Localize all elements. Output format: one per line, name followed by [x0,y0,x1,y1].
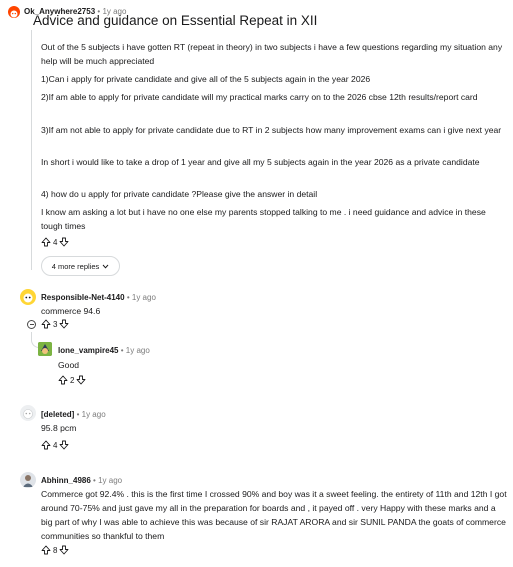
meta-separator: • [126,293,130,302]
comment-meta: Abhinn_4986 • 1y ago [41,476,122,485]
vote-count: 4 [53,237,58,247]
upvote-icon[interactable] [41,545,51,555]
post-paragraph: 4) how do u apply for private candidate … [41,189,318,199]
downvote-icon[interactable] [59,237,69,247]
vote-count: 3 [53,319,58,329]
comment-avatar[interactable] [20,472,36,488]
upvote-icon[interactable] [58,375,68,385]
comment-vote-bar: 2 [58,375,86,385]
vampire-avatar-icon [38,342,52,356]
comment-author: [deleted] [41,410,75,419]
vote-count: 8 [53,545,58,555]
more-replies-label: 4 more replies [51,261,100,271]
chevron-down-icon [102,264,109,269]
comment-text: 95.8 pcm [41,423,77,433]
comment-text: Commerce got 92.4% . this is the first t… [41,489,507,541]
post-paragraph: 1)Can i apply for private candidate and … [41,74,371,84]
comment-vote-bar: 4 [41,440,69,450]
thread-line [31,30,32,270]
downvote-icon[interactable] [59,319,69,329]
comment-author[interactable]: lone_vampire45 [58,346,118,355]
comment-avatar[interactable] [20,405,36,421]
op-avatar[interactable] [8,6,20,18]
comment-text: Good [58,360,80,370]
downvote-icon[interactable] [59,440,69,450]
vote-count: 2 [70,375,75,385]
downvote-icon[interactable] [76,375,86,385]
upvote-icon[interactable] [41,237,51,247]
comment-vote-bar: 8 [41,545,69,555]
collapse-thread-button[interactable] [27,320,36,329]
downvote-icon[interactable] [59,545,69,555]
meta-separator: • [93,476,96,485]
post-paragraph: In short i would like to take a drop of … [41,157,480,167]
post-paragraph: 2)If am able to apply for private candid… [41,92,478,102]
comment-meta: [deleted] • 1y ago [41,410,106,419]
comment-meta: Responsible-Net-4140 • 1y ago [41,293,156,302]
comment-author[interactable]: Abhinn_4986 [41,476,91,485]
snoo-avatar-icon [23,293,33,303]
collapse-icon [29,324,34,325]
comment-avatar[interactable] [38,342,52,356]
upvote-icon[interactable] [41,440,51,450]
deleted-avatar-icon [23,409,33,419]
comment-age: 1y ago [131,293,156,302]
meta-separator: • [120,346,124,355]
comment-age: 1y ago [81,410,106,419]
user-avatar-icon [23,475,33,487]
comment-vote-bar: 3 [41,319,69,329]
post-paragraph: I know am asking a lot but i have no one… [41,207,486,231]
comment-avatar[interactable] [20,289,36,305]
vote-count: 4 [53,440,58,450]
post-paragraph: Out of the 5 subjects i have gotten RT (… [41,42,503,66]
post-vote-bar: 4 [41,237,69,247]
comment-author[interactable]: Responsible-Net-4140 [41,293,125,302]
upvote-icon[interactable] [41,319,51,329]
comment-meta: lone_vampire45 • 1y ago [58,346,150,355]
post-title[interactable]: Advice and guidance on Essential Repeat … [33,13,317,28]
comment-age: 1y ago [125,346,150,355]
more-replies-button[interactable]: 4 more replies [41,256,120,276]
op-avatar-icon [10,10,18,18]
post-paragraph: 3)If am not able to apply for private ca… [41,125,502,135]
meta-separator: • [76,410,80,419]
comment-text: commerce 94.6 [41,306,101,316]
comment-age: 1y ago [98,476,123,485]
